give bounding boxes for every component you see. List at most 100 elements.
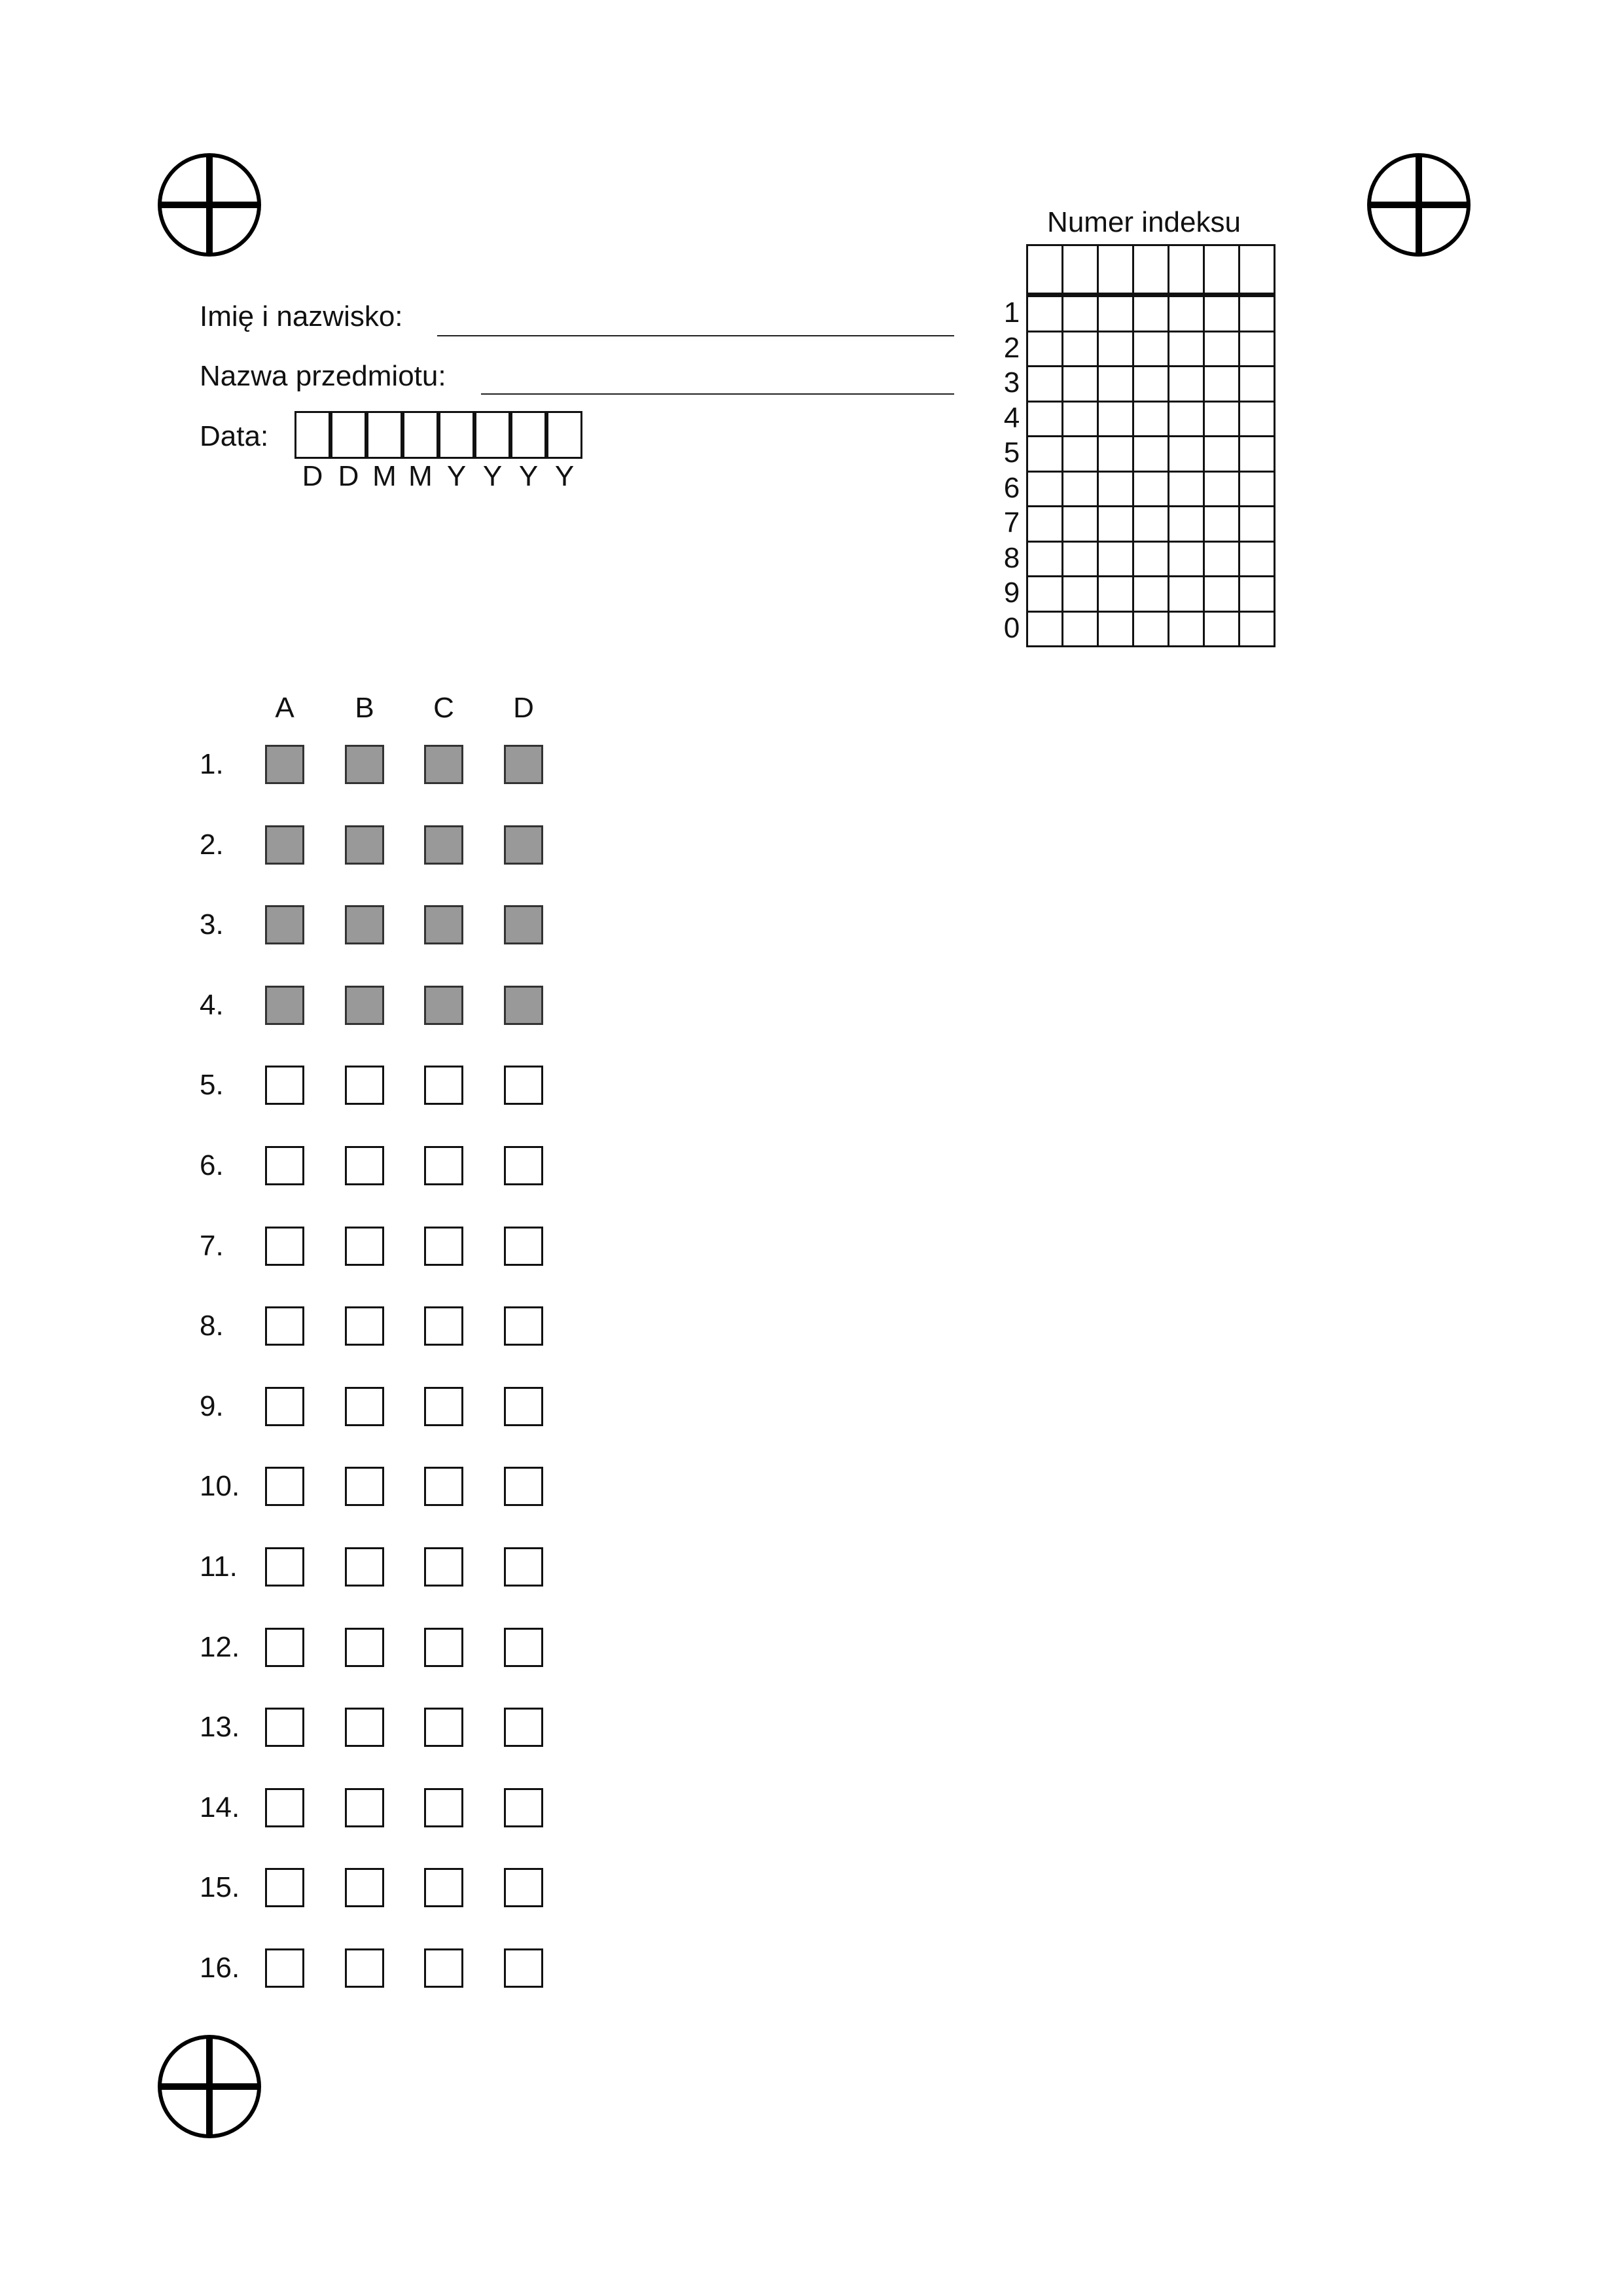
answer-checkbox-c[interactable] (424, 1146, 463, 1185)
index-digit-cell[interactable] (1203, 610, 1240, 647)
index-digit-cell[interactable] (1097, 365, 1134, 403)
index-digit-cell[interactable] (1061, 540, 1099, 577)
index-digit-cell[interactable] (1097, 295, 1134, 332)
answer-checkbox-b[interactable] (345, 1306, 384, 1346)
index-digit-cell[interactable] (1026, 540, 1063, 577)
index-digit-cell[interactable] (1097, 470, 1134, 507)
date-digit-box[interactable] (366, 411, 402, 459)
index-digit-cell[interactable] (1097, 400, 1134, 437)
index-digit-cell[interactable] (1203, 505, 1240, 543)
index-digit-cell[interactable] (1132, 540, 1169, 577)
index-digit-cell[interactable] (1203, 295, 1240, 332)
index-digit-cell[interactable] (1061, 505, 1099, 543)
index-write-cell[interactable] (1238, 244, 1275, 295)
index-digit-cell[interactable] (1132, 505, 1169, 543)
answer-checkbox-a[interactable] (265, 905, 304, 944)
answer-checkbox-b[interactable] (345, 1948, 384, 1988)
index-digit-cell[interactable] (1203, 540, 1240, 577)
index-digit-cell[interactable] (1203, 435, 1240, 473)
index-write-cell[interactable] (1061, 244, 1099, 295)
answer-checkbox-d[interactable] (504, 905, 543, 944)
answer-checkbox-b[interactable] (345, 1227, 384, 1266)
index-digit-cell[interactable] (1238, 330, 1275, 367)
index-write-cell[interactable] (1097, 244, 1134, 295)
index-digit-cell[interactable] (1238, 505, 1275, 543)
answer-checkbox-c[interactable] (424, 1868, 463, 1907)
index-digit-cell[interactable] (1132, 470, 1169, 507)
answer-checkbox-c[interactable] (424, 745, 463, 784)
date-digit-box[interactable] (294, 411, 330, 459)
answer-checkbox-b[interactable] (345, 1146, 384, 1185)
answer-checkbox-c[interactable] (424, 1547, 463, 1587)
answer-checkbox-d[interactable] (504, 1868, 543, 1907)
index-digit-cell[interactable] (1132, 400, 1169, 437)
answer-checkbox-a[interactable] (265, 745, 304, 784)
index-digit-cell[interactable] (1238, 295, 1275, 332)
date-digit-box[interactable] (438, 411, 474, 459)
date-digit-box[interactable] (546, 411, 582, 459)
answer-checkbox-b[interactable] (345, 986, 384, 1025)
answer-checkbox-a[interactable] (265, 1066, 304, 1105)
answer-checkbox-a[interactable] (265, 1628, 304, 1667)
index-digit-cell[interactable] (1168, 575, 1205, 613)
answer-checkbox-d[interactable] (504, 1628, 543, 1667)
answer-checkbox-b[interactable] (345, 745, 384, 784)
index-digit-cell[interactable] (1238, 365, 1275, 403)
index-digit-cell[interactable] (1026, 505, 1063, 543)
index-digit-cell[interactable] (1168, 505, 1205, 543)
index-digit-cell[interactable] (1168, 400, 1205, 437)
index-digit-cell[interactable] (1097, 575, 1134, 613)
index-digit-cell[interactable] (1097, 540, 1134, 577)
index-digit-cell[interactable] (1061, 575, 1099, 613)
answer-checkbox-c[interactable] (424, 1066, 463, 1105)
answer-checkbox-b[interactable] (345, 1467, 384, 1506)
index-digit-cell[interactable] (1238, 470, 1275, 507)
answer-checkbox-b[interactable] (345, 905, 384, 944)
answer-checkbox-d[interactable] (504, 1788, 543, 1827)
answer-checkbox-d[interactable] (504, 1066, 543, 1105)
answer-checkbox-c[interactable] (424, 1628, 463, 1667)
answer-checkbox-a[interactable] (265, 1547, 304, 1587)
answer-checkbox-a[interactable] (265, 986, 304, 1025)
answer-checkbox-b[interactable] (345, 1708, 384, 1747)
index-digit-cell[interactable] (1026, 470, 1063, 507)
index-digit-cell[interactable] (1203, 575, 1240, 613)
index-digit-cell[interactable] (1132, 295, 1169, 332)
answer-checkbox-a[interactable] (265, 1387, 304, 1426)
index-digit-cell[interactable] (1203, 365, 1240, 403)
index-digit-cell[interactable] (1168, 610, 1205, 647)
answer-checkbox-d[interactable] (504, 1547, 543, 1587)
index-digit-cell[interactable] (1061, 400, 1099, 437)
subject-field[interactable] (481, 393, 954, 395)
index-digit-cell[interactable] (1132, 330, 1169, 367)
index-digit-cell[interactable] (1168, 365, 1205, 403)
answer-checkbox-c[interactable] (424, 1387, 463, 1426)
index-digit-cell[interactable] (1238, 435, 1275, 473)
index-digit-cell[interactable] (1132, 575, 1169, 613)
answer-checkbox-c[interactable] (424, 1948, 463, 1988)
index-digit-cell[interactable] (1026, 575, 1063, 613)
name-field[interactable] (437, 335, 954, 336)
index-digit-cell[interactable] (1097, 610, 1134, 647)
answer-checkbox-c[interactable] (424, 1227, 463, 1266)
date-digit-box[interactable] (474, 411, 510, 459)
index-digit-cell[interactable] (1097, 435, 1134, 473)
index-digit-cell[interactable] (1026, 330, 1063, 367)
answer-checkbox-c[interactable] (424, 1708, 463, 1747)
index-digit-cell[interactable] (1168, 540, 1205, 577)
answer-checkbox-b[interactable] (345, 1788, 384, 1827)
index-write-cell[interactable] (1132, 244, 1169, 295)
index-digit-cell[interactable] (1061, 470, 1099, 507)
answer-checkbox-b[interactable] (345, 1628, 384, 1667)
date-digit-box[interactable] (402, 411, 438, 459)
answer-checkbox-d[interactable] (504, 825, 543, 865)
answer-checkbox-b[interactable] (345, 825, 384, 865)
index-write-cell[interactable] (1026, 244, 1063, 295)
index-digit-cell[interactable] (1238, 540, 1275, 577)
index-digit-cell[interactable] (1132, 435, 1169, 473)
answer-checkbox-a[interactable] (265, 1306, 304, 1346)
index-digit-cell[interactable] (1168, 330, 1205, 367)
answer-checkbox-a[interactable] (265, 1948, 304, 1988)
answer-checkbox-d[interactable] (504, 745, 543, 784)
index-digit-cell[interactable] (1132, 365, 1169, 403)
